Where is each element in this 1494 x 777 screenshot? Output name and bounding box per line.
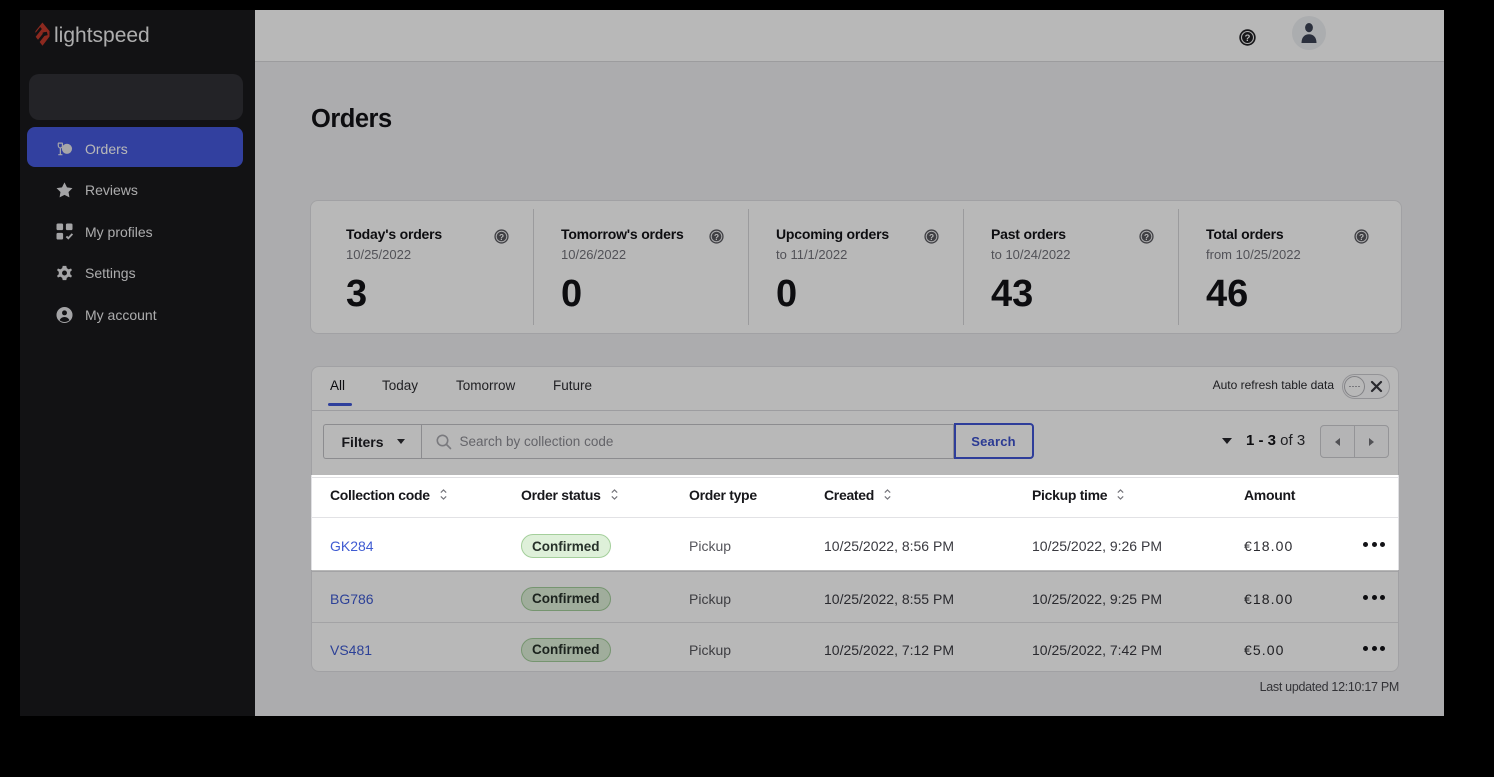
svg-text:?: ? — [929, 232, 934, 242]
svg-text:?: ? — [1245, 33, 1251, 44]
svg-text:?: ? — [714, 232, 719, 242]
svg-text:?: ? — [1144, 232, 1149, 242]
svg-text:?: ? — [1359, 232, 1364, 242]
svg-text:?: ? — [499, 232, 504, 242]
